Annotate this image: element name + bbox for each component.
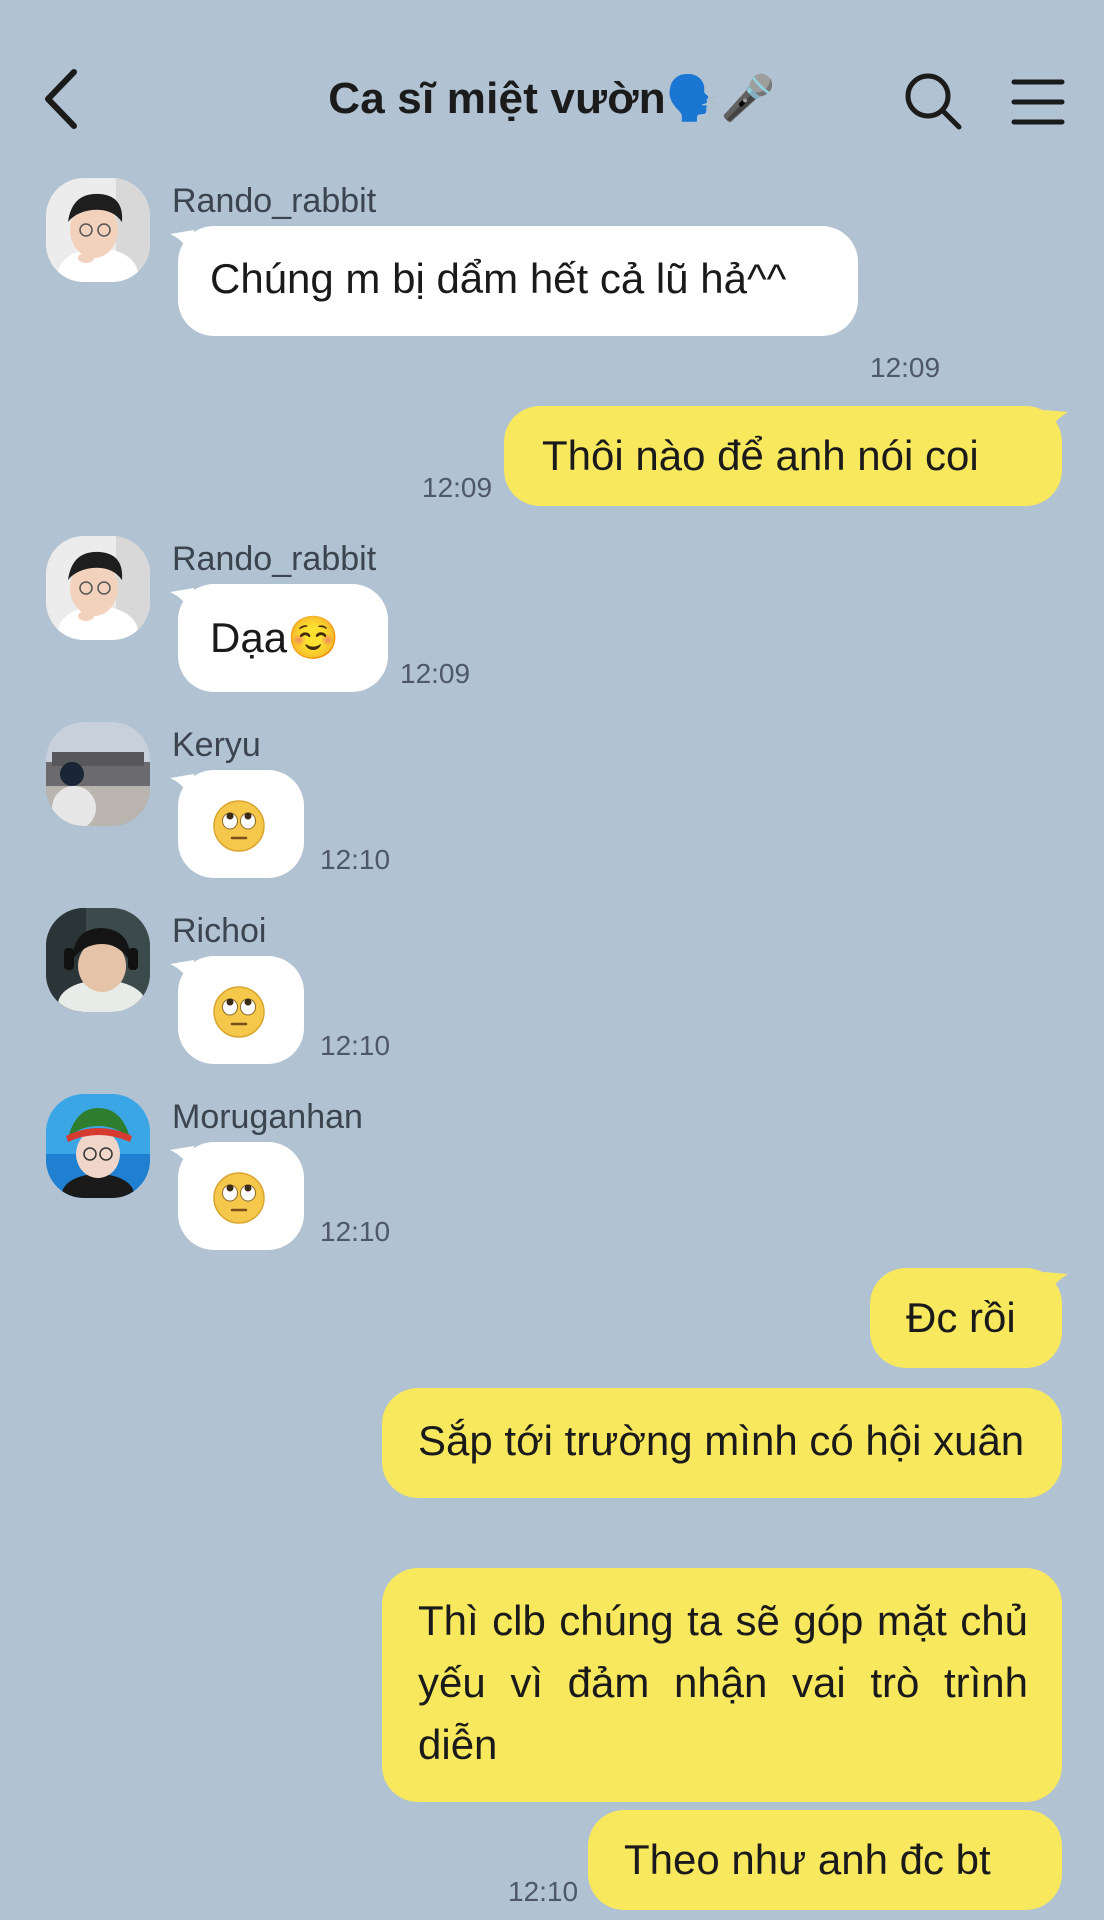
avatar[interactable] bbox=[46, 536, 150, 640]
sender-name: Rando_rabbit bbox=[172, 182, 377, 220]
message-bubble[interactable]: Sắp tới trường mình có hội xuân bbox=[382, 1388, 1062, 1498]
message-time: 12:09 bbox=[400, 658, 471, 689]
message-time: 12:10 bbox=[320, 844, 391, 875]
sender-name: Moruganhan bbox=[172, 1098, 363, 1136]
search-icon[interactable] bbox=[902, 70, 964, 132]
message-time: 12:09 bbox=[422, 472, 493, 503]
message-bubble[interactable]: Dạa☺️ bbox=[178, 584, 388, 692]
message-bubble[interactable]: Thôi nào để anh nói coi bbox=[504, 406, 1062, 506]
message-time: 12:10 bbox=[320, 1030, 391, 1061]
message-bubble[interactable] bbox=[178, 1142, 304, 1250]
message-bubble[interactable]: Theo như anh đc bt bbox=[588, 1810, 1062, 1910]
avatar[interactable] bbox=[46, 1094, 150, 1198]
avatar[interactable] bbox=[46, 722, 150, 826]
message-bubble[interactable]: Đc rồi bbox=[870, 1268, 1062, 1368]
chat-screen: Ca sĩ miệt vườn🗣️🎤 Rando_rabbit Chúng m … bbox=[0, 0, 1104, 1920]
avatar[interactable] bbox=[46, 178, 150, 282]
sender-name: Rando_rabbit bbox=[172, 540, 377, 578]
rolling-eyes-emoji-icon bbox=[213, 986, 265, 1038]
message-bubble[interactable] bbox=[178, 956, 304, 1064]
menu-icon[interactable] bbox=[1010, 76, 1066, 128]
message-bubble[interactable]: Chúng m bị dẩm hết cả lũ hả^^ bbox=[178, 226, 858, 336]
message-time: 12:10 bbox=[508, 1876, 579, 1907]
chat-header: Ca sĩ miệt vườn🗣️🎤 bbox=[0, 0, 1104, 170]
sender-name: Richoi bbox=[172, 912, 267, 950]
message-time: 12:10 bbox=[320, 1216, 391, 1247]
message-bubble[interactable] bbox=[178, 770, 304, 878]
sender-name: Keryu bbox=[172, 726, 261, 764]
rolling-eyes-emoji-icon bbox=[213, 800, 265, 852]
rolling-eyes-emoji-icon bbox=[213, 1172, 265, 1224]
message-bubble[interactable]: Thì clb chúng ta sẽ góp mặt chủ yếu vì đ… bbox=[382, 1568, 1062, 1802]
message-time: 12:09 bbox=[870, 352, 941, 383]
avatar[interactable] bbox=[46, 908, 150, 1012]
